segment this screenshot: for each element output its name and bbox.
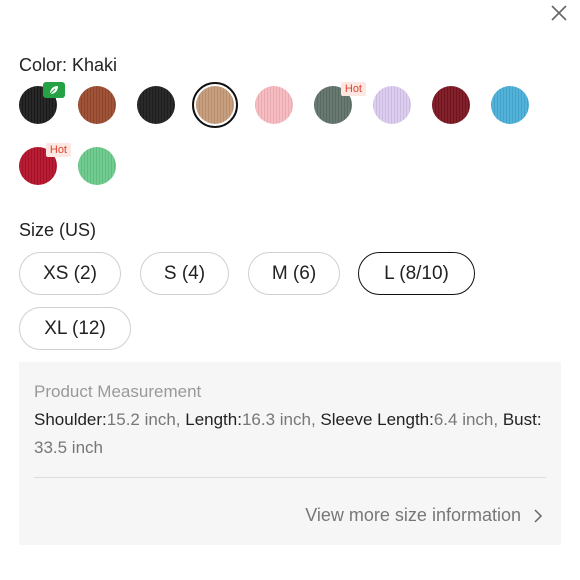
hot-badge: Hot: [340, 82, 366, 96]
divider: [34, 477, 546, 478]
swatch-fill: [196, 86, 234, 124]
swatch-fill: [137, 86, 175, 124]
measurement-value: 6.4 inch: [433, 410, 494, 429]
color-swatch-red[interactable]: Hot: [19, 143, 71, 185]
size-option-m[interactable]: M (6): [248, 252, 340, 295]
size-option-s[interactable]: S (4): [140, 252, 229, 295]
measurement-separator: ,: [493, 410, 503, 429]
color-swatch-brown[interactable]: [78, 86, 116, 124]
color-swatch-pink[interactable]: [255, 86, 293, 124]
color-swatch-sky-blue[interactable]: [491, 86, 529, 124]
measurement-value: 33.5 inch: [34, 438, 103, 457]
view-more-size-info-link[interactable]: View more size information: [305, 505, 543, 526]
swatch-fill: [255, 86, 293, 124]
color-swatch-dark-green[interactable]: Hot: [314, 82, 366, 124]
measurement-key: Length:: [185, 410, 242, 429]
color-swatch-burgundy[interactable]: [432, 86, 470, 124]
color-swatch-mint-green[interactable]: [78, 147, 116, 185]
color-swatch-lilac[interactable]: [373, 86, 411, 124]
measurement-key: Sleeve Length:: [320, 410, 434, 429]
color-swatch-black-eco[interactable]: [19, 82, 65, 124]
swatch-fill: [432, 86, 470, 124]
measurement-separator: ,: [310, 410, 321, 429]
measurement-separator: ,: [175, 410, 186, 429]
color-swatch-black[interactable]: [137, 86, 175, 124]
measurement-value: 16.3 inch: [241, 410, 311, 429]
swatch-fill: [78, 86, 116, 124]
size-option-xl[interactable]: XL (12): [19, 307, 131, 350]
hot-badge: Hot: [45, 143, 71, 157]
measurement-value: 15.2 inch: [106, 410, 176, 429]
size-label: Size (US): [19, 220, 97, 240]
eco-badge: [43, 82, 65, 98]
leaf-icon: [49, 86, 58, 95]
swatch-fill: [373, 86, 411, 124]
swatch-fill: [491, 86, 529, 124]
more-link-label: View more size information: [305, 505, 521, 525]
color-label: Color: Khaki: [19, 55, 118, 75]
size-option-l[interactable]: L (8/10): [358, 252, 475, 295]
measurement-values: Shoulder:15.2 inch, Length:16.3 inch, Sl…: [34, 406, 546, 462]
swatch-fill: [78, 147, 116, 185]
measurement-key: Bust:: [502, 410, 542, 429]
color-swatch-khaki[interactable]: [192, 82, 238, 128]
size-option-xs[interactable]: XS (2): [19, 252, 121, 295]
close-icon: [551, 5, 567, 21]
measurement-title: Product Measurement: [34, 382, 202, 401]
product-measurement-panel: Product Measurement Shoulder:15.2 inch, …: [19, 362, 561, 545]
close-button[interactable]: [548, 2, 570, 24]
chevron-right-icon: [534, 508, 543, 523]
measurement-key: Shoulder:: [34, 410, 107, 429]
